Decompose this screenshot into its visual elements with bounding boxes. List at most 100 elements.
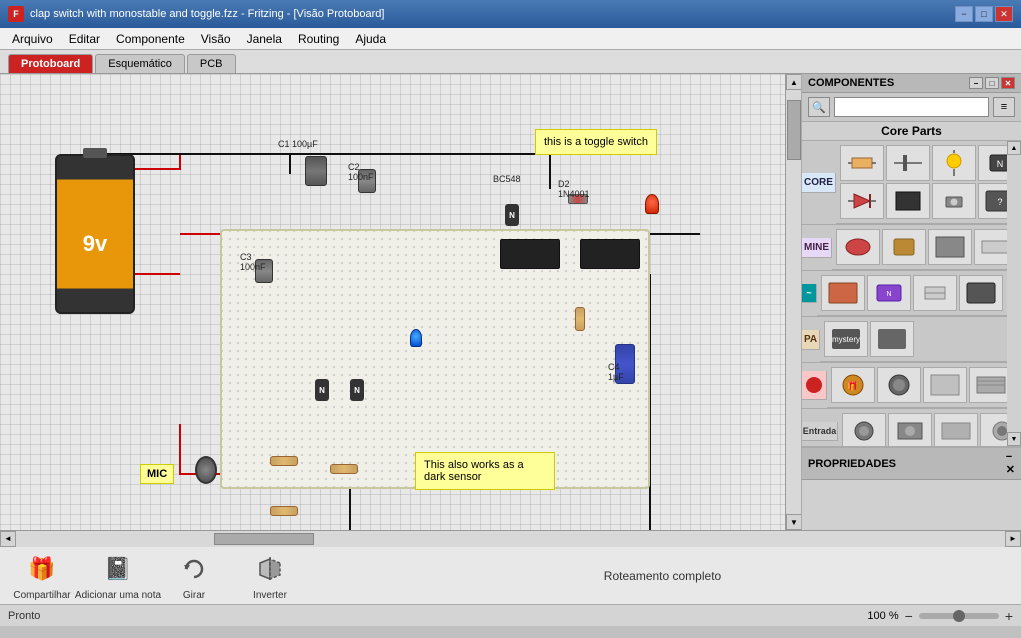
menu-ajuda[interactable]: Ajuda xyxy=(347,30,394,48)
tab-protoboard[interactable]: Protoboard xyxy=(8,54,93,73)
mine-comp-4[interactable] xyxy=(974,229,1007,265)
share-button[interactable]: 🎁 Compartilhar xyxy=(12,551,72,601)
section-arduino: ~ N xyxy=(802,271,1007,317)
resistor-2 xyxy=(270,506,298,516)
panel-close[interactable]: ✕ xyxy=(1001,77,1015,89)
add-note-icon: 📓 xyxy=(100,551,136,587)
title-text: clap switch with monostable and toggle.f… xyxy=(30,8,955,20)
rotate-icon xyxy=(176,551,212,587)
comp-scroll-up[interactable]: ▲ xyxy=(1007,141,1021,155)
canvas-hscrollbar[interactable]: ◄ ► xyxy=(0,530,1021,546)
panel-minimize[interactable]: − xyxy=(969,77,983,89)
panel-window-controls: − □ ✕ xyxy=(969,77,1015,89)
minimize-button[interactable]: − xyxy=(955,6,973,22)
led-blue xyxy=(410,329,422,347)
pa-comp-2[interactable] xyxy=(870,321,914,357)
hscroll-left[interactable]: ◄ xyxy=(0,531,16,547)
section-entrada-label: Entrada xyxy=(802,422,838,441)
tool-buttons-bar: 🎁 Compartilhar 📓 Adicionar uma nota Gira… xyxy=(0,546,1021,604)
zoom-slider[interactable] xyxy=(919,613,999,619)
add-note-button[interactable]: 📓 Adicionar uma nota xyxy=(88,551,148,601)
section-red: 🎁 xyxy=(802,363,1007,409)
comp-transistor[interactable]: N xyxy=(978,145,1007,181)
canvas-vscrollbar[interactable]: ▲ ▼ xyxy=(785,74,801,530)
zoom-thumb[interactable] xyxy=(953,610,965,622)
red-comp-4[interactable] xyxy=(969,367,1007,403)
scroll-up-button[interactable]: ▲ xyxy=(786,74,802,90)
comp-scroll-down[interactable]: ▼ xyxy=(1007,432,1021,446)
menu-janela[interactable]: Janela xyxy=(239,30,290,48)
comp-resistor[interactable] xyxy=(840,145,884,181)
pa-comp-1[interactable]: mystery xyxy=(824,321,868,357)
scroll-track[interactable] xyxy=(786,90,801,514)
entrada-comp-1[interactable] xyxy=(842,413,886,446)
flip-icon xyxy=(252,551,288,587)
core-grid: N xyxy=(836,141,1007,224)
scroll-thumb[interactable] xyxy=(787,100,801,160)
red-comp-3[interactable] xyxy=(923,367,967,403)
arduino-comp-3[interactable] xyxy=(913,275,957,311)
tabbar: Protoboard Esquemático PCB xyxy=(0,50,1021,74)
flip-button[interactable]: Inverter xyxy=(240,551,300,601)
menu-componente[interactable]: Componente xyxy=(108,30,193,48)
comp-pushbutton[interactable] xyxy=(932,183,976,219)
menu-routing[interactable]: Routing xyxy=(290,30,347,48)
section-pa-label: PA xyxy=(802,330,820,350)
comp-led[interactable] xyxy=(932,145,976,181)
comp-ic[interactable] xyxy=(886,183,930,219)
hscroll-thumb[interactable] xyxy=(214,533,314,545)
hscroll-right[interactable]: ► xyxy=(1005,531,1021,547)
search-area: 🔍 ≡ xyxy=(802,93,1021,122)
close-button[interactable]: ✕ xyxy=(995,6,1013,22)
breadboard-grid xyxy=(222,231,648,487)
mine-comp-3[interactable] xyxy=(928,229,972,265)
arduino-comp-4[interactable] xyxy=(959,275,1003,311)
entrada-comp-2[interactable] xyxy=(888,413,932,446)
props-minimize[interactable]: − xyxy=(1006,451,1015,463)
zoom-minus-button[interactable]: − xyxy=(905,608,913,624)
battery-label: 9v xyxy=(83,231,107,257)
menu-visao[interactable]: Visão xyxy=(193,30,239,48)
zoom-plus-button[interactable]: + xyxy=(1005,608,1013,624)
mine-comp-1[interactable] xyxy=(836,229,880,265)
section-core: CORE xyxy=(802,141,1007,225)
rotate-button[interactable]: Girar xyxy=(164,551,224,601)
entrada-comp-4[interactable] xyxy=(980,413,1007,446)
section-core-label: CORE xyxy=(802,173,836,193)
arduino-comp-1[interactable] xyxy=(821,275,865,311)
components-vscrollbar[interactable]: ▲ ▼ xyxy=(1007,141,1021,446)
red-comp-2[interactable] xyxy=(877,367,921,403)
red-comp-1[interactable]: 🎁 xyxy=(831,367,875,403)
panel-maximize[interactable]: □ xyxy=(985,77,999,89)
menubar: Arquivo Editar Componente Visão Janela R… xyxy=(0,28,1021,50)
rotate-label: Girar xyxy=(183,590,205,601)
resistor-1 xyxy=(270,456,298,466)
svg-text:mystery: mystery xyxy=(832,335,860,344)
canvas-area[interactable]: 9v C1 100µF C2100nF C3100nF N BC548 D21N… xyxy=(0,74,785,530)
scroll-down-button[interactable]: ▼ xyxy=(786,514,802,530)
comp-diode[interactable] xyxy=(840,183,884,219)
menu-editar[interactable]: Editar xyxy=(61,30,108,48)
tab-esquematico[interactable]: Esquemático xyxy=(95,54,185,73)
statusbar: Pronto 100 % − + xyxy=(0,604,1021,626)
menu-arquivo[interactable]: Arquivo xyxy=(4,30,61,48)
comp-scroll-track[interactable] xyxy=(1007,155,1021,432)
entrada-comp-3[interactable] xyxy=(934,413,978,446)
section-arduino-label: ~ xyxy=(802,284,817,303)
search-icon-button[interactable]: 🔍 xyxy=(808,97,830,117)
tab-pcb[interactable]: PCB xyxy=(187,54,236,73)
comp-capacitor[interactable] xyxy=(886,145,930,181)
options-button[interactable]: ≡ xyxy=(993,97,1015,117)
hscroll-track[interactable] xyxy=(16,531,1005,547)
section-red-label xyxy=(802,371,827,400)
maximize-button[interactable]: □ xyxy=(975,6,993,22)
mine-comp-2[interactable] xyxy=(882,229,926,265)
label-c2: C2100nF xyxy=(348,162,374,182)
transistor-1: N xyxy=(315,379,329,401)
components-panel-header: COMPONENTES − □ ✕ xyxy=(802,74,1021,93)
search-input[interactable] xyxy=(834,97,989,117)
arduino-comp-2[interactable]: N xyxy=(867,275,911,311)
props-close[interactable]: ✕ xyxy=(1006,463,1015,476)
label-bc548: BC548 xyxy=(493,174,521,184)
comp-mystery[interactable]: ? xyxy=(978,183,1007,219)
